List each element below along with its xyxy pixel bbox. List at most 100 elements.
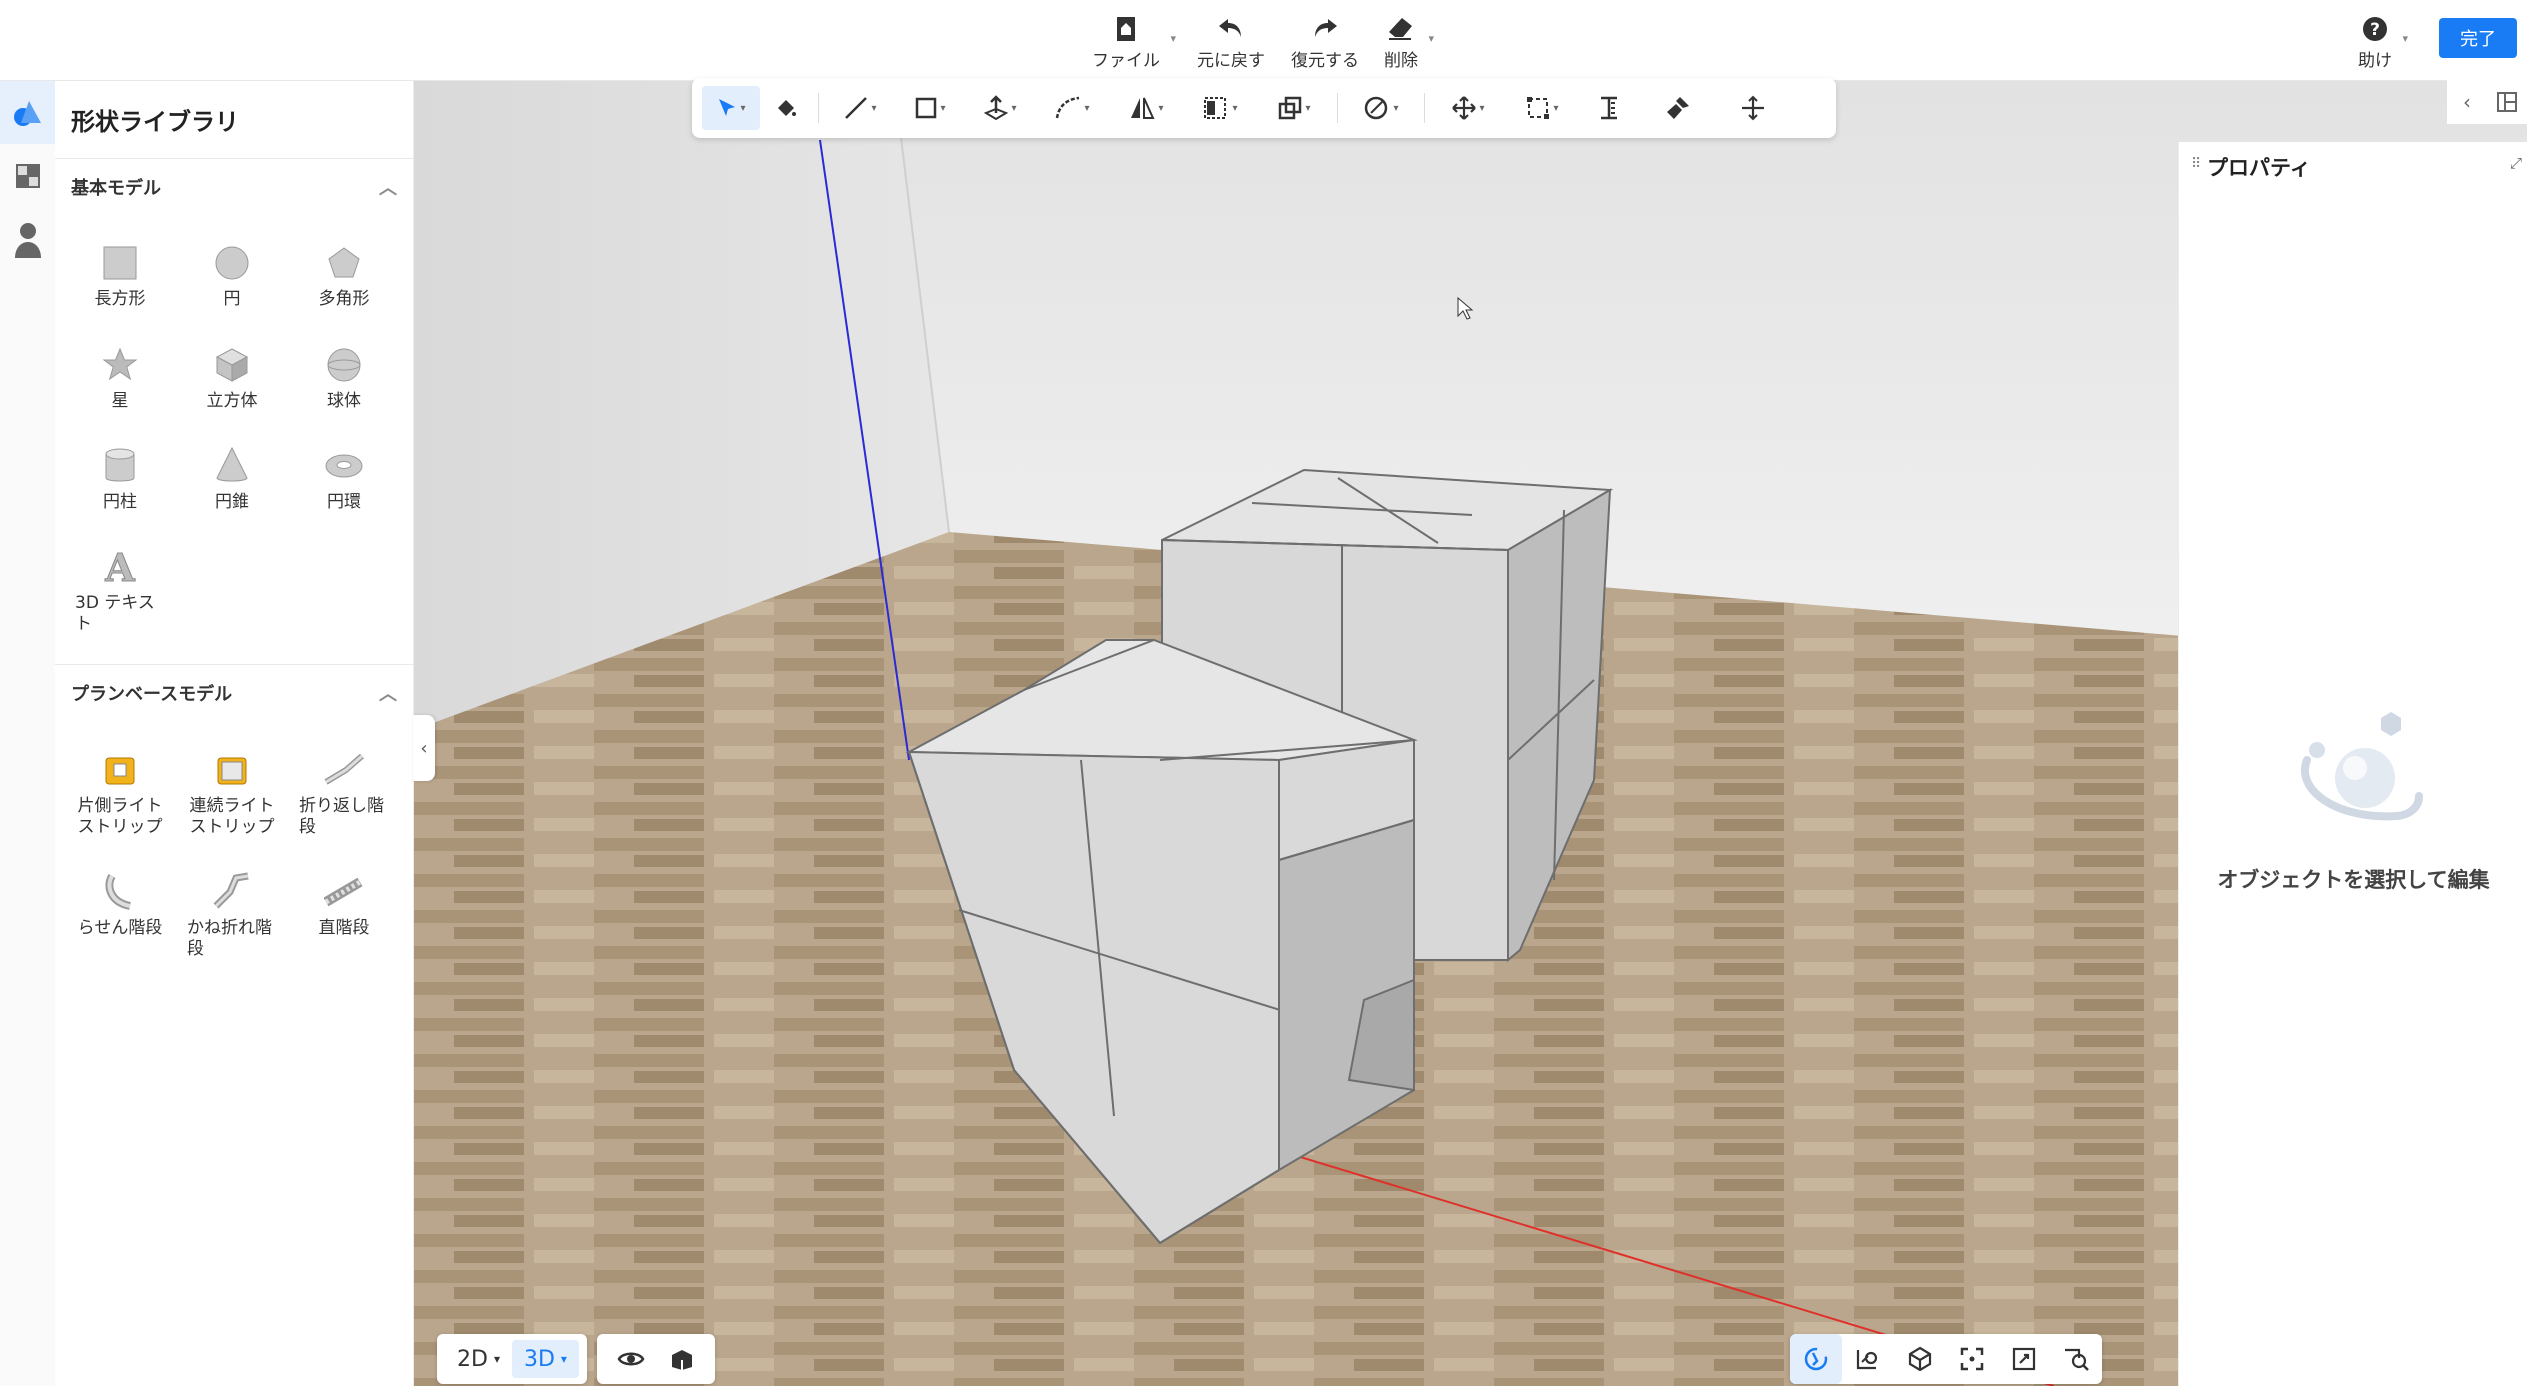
chevron-left-icon: ‹ bbox=[420, 737, 428, 759]
scale-tool-button[interactable]: ▾ bbox=[1505, 86, 1579, 130]
shape-cube[interactable]: 立方体 bbox=[177, 345, 287, 412]
shape-star[interactable]: 星 bbox=[65, 345, 175, 412]
view-3d-button[interactable]: 3D ▾ bbox=[511, 1340, 579, 1378]
collapse-panel-button[interactable]: ‹ bbox=[413, 715, 435, 781]
shape-library-panel: 形状ライブラリ 基本モデル ︿ 長方形 円 多角形 星 立方体 球体 円柱 円錐 bbox=[55, 80, 414, 1386]
view-2d-button[interactable]: 2D ▾ bbox=[445, 1340, 512, 1378]
material-tab[interactable] bbox=[0, 144, 55, 208]
zoom-icon bbox=[2065, 1348, 2089, 1371]
shape-label: 3D テキスト bbox=[75, 593, 155, 634]
shape-circle[interactable]: 円 bbox=[177, 243, 287, 310]
shape-label: 連続ライトストリップ bbox=[189, 796, 275, 837]
redo-button[interactable]: 復元する bbox=[1291, 12, 1359, 71]
shape-rectangle[interactable]: 長方形 bbox=[65, 243, 175, 310]
shape-sphere[interactable]: 球体 bbox=[289, 345, 399, 412]
toolbar-separator bbox=[1424, 93, 1425, 123]
shape-cone[interactable]: 円錐 bbox=[177, 446, 287, 513]
line-tool-button[interactable]: ▾ bbox=[825, 86, 895, 130]
shape-3d-text[interactable]: A 3D テキスト bbox=[65, 547, 175, 635]
model-switchback-stairs[interactable]: 折り返し階段 bbox=[289, 750, 399, 838]
view-mode-switch: 2D ▾ 3D ▾ bbox=[437, 1334, 587, 1384]
model-spiral-stairs[interactable]: らせん階段 bbox=[65, 872, 175, 939]
basic-models-header[interactable]: 基本モデル ︿ bbox=[71, 174, 397, 200]
mirror-icon bbox=[1131, 97, 1156, 119]
undo-button[interactable]: 元に戻す bbox=[1197, 12, 1265, 71]
file-menu-button[interactable]: ファイル ▾ bbox=[1092, 12, 1176, 71]
redo-label: 復元する bbox=[1291, 51, 1359, 71]
plan-models-header[interactable]: プランベースモデル ︿ bbox=[71, 680, 397, 706]
pentagon-icon bbox=[324, 243, 364, 283]
model-single-light-strip[interactable]: 片側ライトストリップ bbox=[65, 750, 175, 838]
collapse-properties-button[interactable]: ‹ bbox=[2447, 80, 2487, 124]
shape-torus[interactable]: 円環 bbox=[289, 446, 399, 513]
straight-stairs-icon bbox=[324, 872, 364, 912]
empty-selection-illustration bbox=[2301, 712, 2423, 821]
line-icon bbox=[845, 97, 868, 119]
chevron-down-icon: ▾ bbox=[560, 1352, 567, 1366]
help-button[interactable]: ? 助け ▾ bbox=[2358, 12, 2408, 71]
material-brush-tool-button[interactable]: ▾ bbox=[1344, 86, 1418, 130]
camera-controls bbox=[1790, 1334, 2102, 1384]
person-tab[interactable] bbox=[0, 208, 55, 272]
align-tool-button[interactable]: ▾ bbox=[1183, 86, 1257, 130]
shape-label: 星 bbox=[111, 391, 129, 411]
shape-library-icon bbox=[13, 101, 41, 126]
file-icon bbox=[1114, 12, 1138, 46]
chevron-down-icon: ▾ bbox=[871, 102, 877, 114]
chevron-down-icon: ▾ bbox=[1479, 102, 1485, 114]
measure-tool-button[interactable] bbox=[1579, 86, 1639, 130]
divider bbox=[55, 664, 413, 665]
mirror-tool-button[interactable]: ▾ bbox=[1109, 86, 1183, 130]
rectangle-tool-button[interactable]: ▾ bbox=[895, 86, 965, 130]
zoom-search-button[interactable] bbox=[2050, 1334, 2102, 1384]
rectangle-icon bbox=[916, 97, 937, 119]
push-pull-tool-button[interactable]: ▾ bbox=[965, 86, 1035, 130]
chevron-down-icon: ▾ bbox=[1170, 32, 1176, 45]
properties-title: プロパティ bbox=[2207, 156, 2311, 180]
top-bar: ファイル ▾ 元に戻す 復元する 削除 ▾ ? 助け ▾ 完了 bbox=[0, 0, 2527, 81]
move-tool-button[interactable]: ▾ bbox=[1431, 86, 1505, 130]
tape-tool-button[interactable] bbox=[1717, 86, 1789, 130]
redo-icon bbox=[1310, 12, 1340, 46]
visibility-button[interactable] bbox=[605, 1340, 657, 1378]
fit-view-button[interactable] bbox=[1946, 1334, 1998, 1384]
chevron-down-icon: ▾ bbox=[940, 102, 946, 114]
model-straight-stairs[interactable]: 直階段 bbox=[289, 872, 399, 939]
zoom-region-button[interactable] bbox=[1998, 1334, 2050, 1384]
arc-tool-button[interactable]: ▾ bbox=[1035, 86, 1109, 130]
tape-icon bbox=[1742, 95, 1764, 121]
model-l-shaped-stairs[interactable]: かね折れ階段 bbox=[177, 872, 287, 960]
layout-toggle-button[interactable] bbox=[2487, 80, 2527, 124]
camera-settings-button[interactable] bbox=[1842, 1334, 1894, 1384]
layout-icon bbox=[2497, 92, 2517, 112]
fit-view-icon bbox=[1960, 1347, 1984, 1371]
expand-icon[interactable]: ⤢ bbox=[2510, 154, 2522, 172]
delete-label: 削除 bbox=[1384, 51, 1418, 71]
done-button[interactable]: 完了 bbox=[2439, 18, 2517, 58]
orbit-button[interactable] bbox=[1790, 1334, 1842, 1384]
shape-label: 円柱 bbox=[103, 492, 137, 512]
drag-handle-icon[interactable]: ⠿ bbox=[2191, 156, 2201, 172]
shape-label: 円 bbox=[223, 289, 241, 309]
shape-polygon[interactable]: 多角形 bbox=[289, 243, 399, 310]
camera-settings-icon bbox=[1856, 1350, 1878, 1370]
left-rail bbox=[0, 80, 56, 1386]
display-controls bbox=[596, 1334, 715, 1384]
room-view-button[interactable] bbox=[657, 1340, 707, 1378]
shape-cylinder[interactable]: 円柱 bbox=[65, 446, 175, 513]
cube-icon bbox=[212, 345, 252, 385]
perspective-button[interactable] bbox=[1894, 1334, 1946, 1384]
model-continuous-light-strip[interactable]: 連続ライトストリップ bbox=[177, 750, 287, 838]
material-brush-icon bbox=[1365, 96, 1388, 120]
shape-library-tab[interactable] bbox=[0, 80, 55, 144]
shape-label: 長方形 bbox=[94, 289, 146, 309]
paint-bucket-tool-button[interactable] bbox=[760, 86, 812, 130]
select-tool-button[interactable]: ▾ bbox=[702, 86, 760, 130]
delete-button[interactable]: 削除 ▾ bbox=[1384, 12, 1434, 71]
eye-icon bbox=[617, 1352, 645, 1366]
paint-tool-button[interactable] bbox=[1639, 86, 1717, 130]
cone-icon bbox=[212, 446, 252, 486]
stairs-icon bbox=[324, 750, 364, 790]
combine-tool-button[interactable]: ▾ bbox=[1257, 86, 1331, 130]
view-controls: 2D ▾ 3D ▾ bbox=[437, 1334, 725, 1384]
